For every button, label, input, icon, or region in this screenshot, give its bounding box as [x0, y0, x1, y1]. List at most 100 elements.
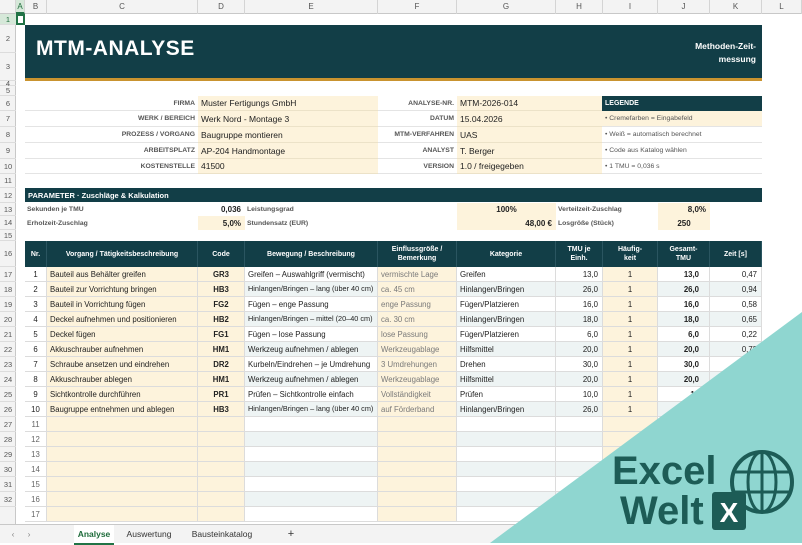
cell-nr[interactable]: 8	[25, 372, 47, 387]
cell-haeuf[interactable]: 1	[603, 372, 658, 387]
row-header-6[interactable]: 6	[0, 96, 16, 111]
cell-haeuf[interactable]	[603, 477, 658, 492]
row-header-18[interactable]: 18	[0, 282, 16, 297]
cell-gesamt[interactable]: 6,0	[658, 327, 710, 342]
cell-gesamt[interactable]	[658, 492, 710, 507]
cell-kategorie[interactable]: Hinlangen/Bringen	[457, 402, 556, 417]
cell-nr[interactable]: 2	[25, 282, 47, 297]
row-header-8[interactable]: 8	[0, 127, 16, 143]
cell-gesamt[interactable]	[658, 507, 710, 522]
arbeitsplatz-field[interactable]: AP-204 Handmontage	[198, 143, 378, 159]
cell-einfluss[interactable]: Vollständigkeit	[378, 387, 457, 402]
row-header-7[interactable]: 7	[0, 111, 16, 127]
row-header-24[interactable]: 24	[0, 372, 16, 387]
cell-vorgang[interactable]	[47, 462, 198, 477]
cell-gesamt[interactable]: 30,0	[658, 357, 710, 372]
cell-bewegung[interactable]: Hinlangen/Bringen – mittel (20–40 cm)	[245, 312, 378, 327]
cell-zeit[interactable]: 0,58	[710, 297, 762, 312]
row-header-11[interactable]: 11	[0, 174, 16, 188]
cell-bewegung[interactable]	[245, 417, 378, 432]
cell-zeit[interactable]: 0,47	[710, 267, 762, 282]
row-header-16[interactable]: 16	[0, 241, 16, 267]
losgroesse-value[interactable]: 250	[658, 216, 710, 230]
cell-code[interactable]	[198, 462, 245, 477]
row-header-14[interactable]: 14	[0, 216, 16, 230]
row-header-2[interactable]: 2	[0, 25, 16, 53]
cell-zeit[interactable]	[710, 492, 762, 507]
selected-cell-a1[interactable]	[16, 14, 25, 25]
cell-gesamt[interactable]: 18,0	[658, 312, 710, 327]
cell-einfluss[interactable]	[378, 447, 457, 462]
cell-code[interactable]: FG2	[198, 297, 245, 312]
tab-analyse[interactable]: Analyse	[74, 525, 114, 545]
cell-bewegung[interactable]: Werkzeug aufnehmen / ablegen	[245, 372, 378, 387]
cell-code[interactable]	[198, 492, 245, 507]
cell-vorgang[interactable]: Deckel fügen	[47, 327, 198, 342]
cell-vorgang[interactable]	[47, 477, 198, 492]
cell-nr[interactable]: 4	[25, 312, 47, 327]
row-header-29[interactable]: 29	[0, 447, 16, 462]
row-header-10[interactable]: 10	[0, 159, 16, 174]
cell-kategorie[interactable]	[457, 462, 556, 477]
cell-nr[interactable]: 7	[25, 357, 47, 372]
cell-einfluss[interactable]	[378, 432, 457, 447]
row-header-26[interactable]: 26	[0, 402, 16, 417]
cell-zeit[interactable]	[710, 372, 762, 387]
cell-code[interactable]: FG1	[198, 327, 245, 342]
cell-bewegung[interactable]: Fügen – lose Passung	[245, 327, 378, 342]
cell-gesamt[interactable]	[658, 462, 710, 477]
row-header-3[interactable]: 3	[0, 53, 16, 81]
cell-haeuf[interactable]: 1	[603, 267, 658, 282]
row-header-30[interactable]: 30	[0, 462, 16, 477]
column-header-f[interactable]: F	[378, 0, 457, 14]
cell-code[interactable]	[198, 447, 245, 462]
cell-tmu[interactable]	[556, 447, 603, 462]
cell-nr[interactable]: 10	[25, 402, 47, 417]
cell-kategorie[interactable]: Prüfen	[457, 387, 556, 402]
cell-bewegung[interactable]: Hinlangen/Bringen – lang (über 40 cm)	[245, 282, 378, 297]
cell-zeit[interactable]: 0,72	[710, 342, 762, 357]
firma-field[interactable]: Muster Fertigungs GmbH	[198, 96, 378, 111]
cell-gesamt[interactable]	[658, 477, 710, 492]
cell-haeuf[interactable]: 1	[603, 357, 658, 372]
column-header-k[interactable]: K	[710, 0, 762, 14]
tab-bausteinkatalog[interactable]: Bausteinkatalog	[185, 525, 259, 543]
werk-field[interactable]: Werk Nord - Montage 3	[198, 111, 378, 127]
cell-gesamt[interactable]: 20,0	[658, 372, 710, 387]
verteilzeit-value[interactable]: 8,0%	[658, 203, 710, 216]
cell-haeuf[interactable]: 1	[603, 402, 658, 417]
cell-bewegung[interactable]: Fügen – enge Passung	[245, 297, 378, 312]
cell-haeuf[interactable]: 1	[603, 342, 658, 357]
cell-zeit[interactable]: 0,94	[710, 282, 762, 297]
cell-gesamt[interactable]	[658, 417, 710, 432]
cell-kategorie[interactable]: Hinlangen/Bringen	[457, 282, 556, 297]
cell-vorgang[interactable]: Schraube ansetzen und eindrehen	[47, 357, 198, 372]
row-header-27[interactable]: 27	[0, 417, 16, 432]
cell-vorgang[interactable]: Akkuschrauber aufnehmen	[47, 342, 198, 357]
cell-einfluss[interactable]: lose Passung	[378, 327, 457, 342]
cell-gesamt[interactable]	[658, 432, 710, 447]
cell-kategorie[interactable]: Hilfsmittel	[457, 372, 556, 387]
cell-bewegung[interactable]: Werkzeug aufnehmen / ablegen	[245, 342, 378, 357]
cell-nr[interactable]: 9	[25, 387, 47, 402]
row-header-23[interactable]: 23	[0, 357, 16, 372]
cell-haeuf[interactable]: 1	[603, 282, 658, 297]
cell-gesamt[interactable]: 10	[658, 387, 710, 402]
cell-einfluss[interactable]	[378, 507, 457, 522]
cell-haeuf[interactable]: 1	[603, 297, 658, 312]
row-header-31[interactable]: 31	[0, 477, 16, 492]
row-header-25[interactable]: 25	[0, 387, 16, 402]
row-header-5[interactable]: 5	[0, 86, 16, 96]
cell-kategorie[interactable]: Hilfsmittel	[457, 342, 556, 357]
datum-field[interactable]: 15.04.2026	[457, 111, 602, 127]
row-header-21[interactable]: 21	[0, 327, 16, 342]
row-header-15[interactable]: 15	[0, 230, 16, 241]
cell-tmu[interactable]	[556, 492, 603, 507]
prozess-field[interactable]: Baugruppe montieren	[198, 127, 378, 143]
cell-nr[interactable]: 16	[25, 492, 47, 507]
cell-zeit[interactable]: 0,22	[710, 327, 762, 342]
cell-bewegung[interactable]	[245, 447, 378, 462]
cell-haeuf[interactable]	[603, 447, 658, 462]
cell-tmu[interactable]	[556, 417, 603, 432]
sekunden-je-tmu-value[interactable]: 0,036	[198, 203, 245, 216]
